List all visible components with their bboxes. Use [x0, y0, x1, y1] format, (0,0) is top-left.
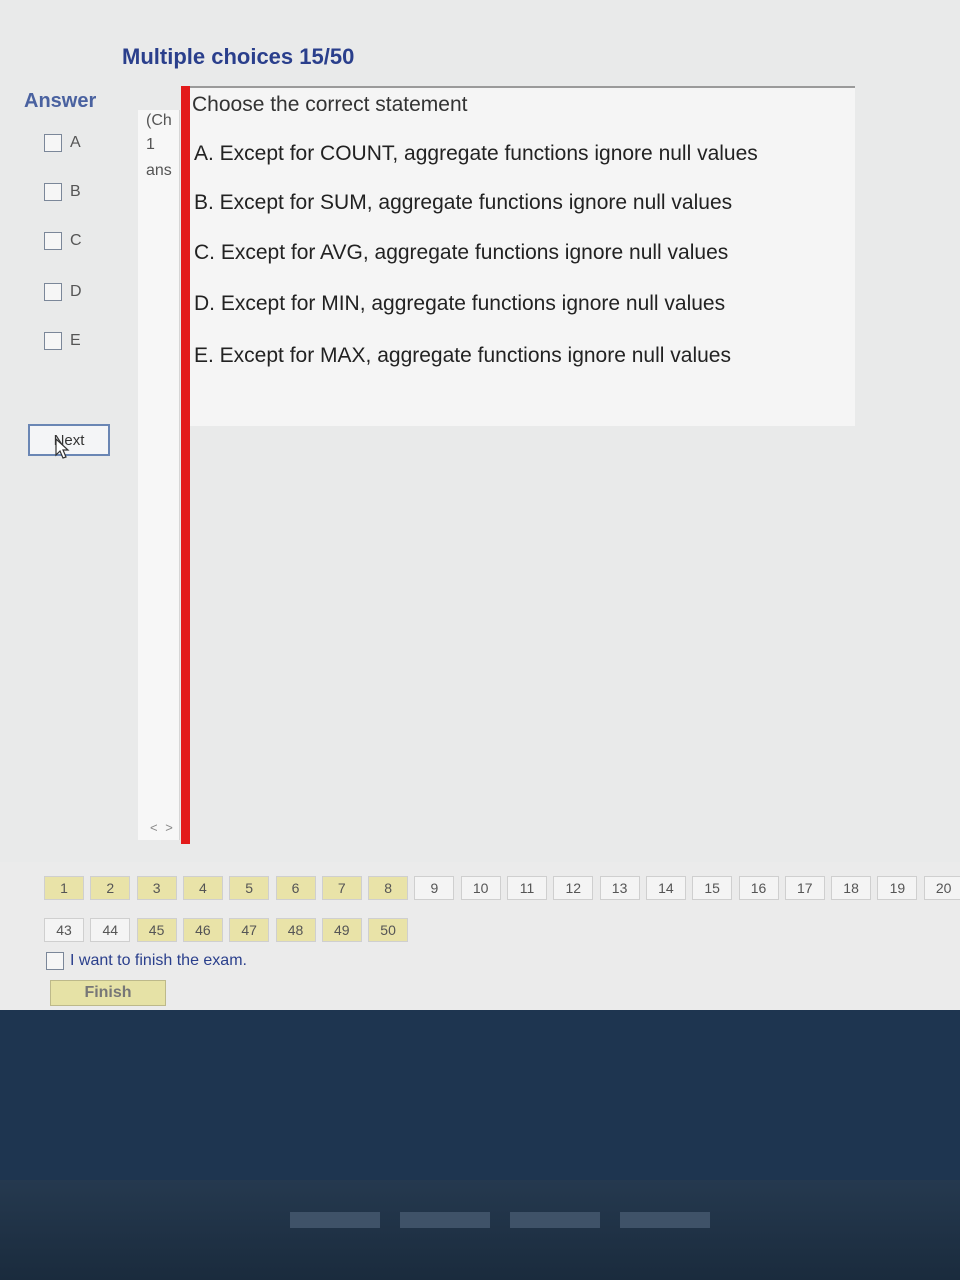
option-letter: C: [70, 232, 82, 249]
horizontal-scroll-arrows[interactable]: < >: [150, 820, 180, 838]
page-button-10[interactable]: 10: [460, 876, 501, 900]
page-button-11[interactable]: 11: [507, 876, 547, 900]
page-button-43[interactable]: 43: [44, 918, 84, 942]
answer-label: Answer: [24, 90, 97, 112]
choice-a: A. Except for COUNT, aggregate functions…: [194, 142, 758, 165]
finish-button[interactable]: Finish: [50, 980, 166, 1006]
choice-d: D. Except for MIN, aggregate functions i…: [194, 292, 726, 315]
page-button-20[interactable]: 20: [923, 876, 960, 900]
answer-option-d[interactable]: D: [44, 281, 82, 303]
choice-e: E. Except for MAX, aggregate functions i…: [194, 344, 731, 367]
option-letter: D: [70, 283, 82, 300]
question-prompt: Choose the correct statement: [192, 93, 468, 116]
option-letter: E: [70, 332, 81, 349]
bezel-key: [290, 1212, 380, 1228]
page-button-12[interactable]: 12: [553, 876, 594, 900]
option-letter: B: [70, 183, 81, 200]
page-button-48[interactable]: 48: [275, 918, 316, 942]
checkbox-icon[interactable]: [44, 183, 62, 201]
answer-option-e[interactable]: E: [44, 330, 81, 352]
page-button-3[interactable]: 3: [136, 876, 177, 900]
page-button-17[interactable]: 17: [784, 876, 825, 900]
mouse-cursor-icon: [55, 438, 70, 459]
bezel-key: [510, 1212, 600, 1228]
bezel-key: [400, 1212, 490, 1228]
history-line: ans: [146, 162, 172, 179]
choice-b: B. Except for SUM, aggregate functions i…: [194, 191, 733, 214]
page-button-18[interactable]: 18: [831, 876, 872, 900]
bezel-key: [620, 1212, 710, 1228]
page-button-9[interactable]: 9: [414, 876, 455, 900]
exam-title: Multiple choices 15/50: [122, 44, 355, 69]
question-panel: Choose the correct statement A. Except f…: [190, 86, 855, 426]
panel-splitter[interactable]: [181, 86, 190, 844]
page-button-19[interactable]: 19: [877, 876, 918, 900]
monitor-bezel: [0, 1180, 960, 1280]
option-letter: A: [70, 134, 81, 151]
answer-option-b[interactable]: B: [44, 181, 81, 203]
checkbox-icon[interactable]: [44, 332, 62, 350]
page-button-6[interactable]: 6: [275, 876, 316, 900]
checkbox-icon[interactable]: [44, 134, 62, 152]
page-button-1[interactable]: 1: [44, 876, 84, 900]
answer-option-c[interactable]: C: [44, 230, 82, 252]
page-button-47[interactable]: 47: [229, 918, 270, 942]
page-button-2[interactable]: 2: [90, 876, 131, 900]
history-line: (Ch: [146, 112, 172, 129]
page-button-49[interactable]: 49: [321, 918, 362, 942]
answer-history-panel: (Ch 1 ans: [138, 110, 180, 840]
page-button-5[interactable]: 5: [229, 876, 270, 900]
history-line: 1: [146, 136, 155, 153]
page-button-8[interactable]: 8: [368, 876, 409, 900]
page-button-13[interactable]: 13: [599, 876, 640, 900]
checkbox-icon[interactable]: [44, 232, 62, 250]
exam-screen: Multiple choices 15/50 Answer A B C D E …: [0, 0, 960, 1010]
page-button-7[interactable]: 7: [321, 876, 362, 900]
page-button-14[interactable]: 14: [645, 876, 686, 900]
page-button-15[interactable]: 15: [692, 876, 733, 900]
choice-c: C. Except for AVG, aggregate functions i…: [194, 241, 729, 264]
page-button-16[interactable]: 16: [738, 876, 779, 900]
page-button-50[interactable]: 50: [368, 918, 409, 942]
page-button-44[interactable]: 44: [90, 918, 131, 942]
checkbox-icon[interactable]: [46, 952, 64, 970]
answer-option-a[interactable]: A: [44, 132, 81, 154]
page-button-4[interactable]: 4: [182, 876, 223, 900]
finish-confirm-row[interactable]: I want to finish the exam.: [46, 950, 247, 972]
checkbox-icon[interactable]: [44, 283, 62, 301]
page-button-46[interactable]: 46: [182, 918, 223, 942]
page-button-45[interactable]: 45: [136, 918, 177, 942]
finish-confirm-label: I want to finish the exam.: [70, 952, 247, 969]
